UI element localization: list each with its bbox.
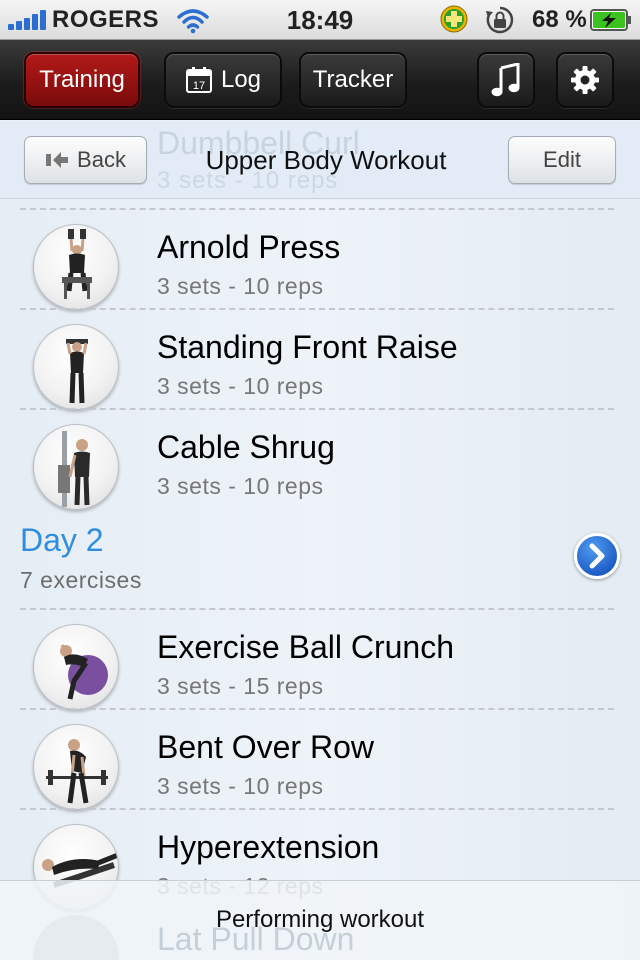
tab-training[interactable]: Training [24,52,140,108]
exercise-name: Standing Front Raise [157,329,458,365]
gear-icon [571,66,599,94]
tab-tracker-label: Tracker [312,66,394,93]
tab-log[interactable]: 17 Log [164,52,282,108]
battery-percent: 68 % [532,6,587,33]
page-title: Upper Body Workout [205,145,447,175]
disclosure-button[interactable] [574,533,620,579]
exercise-sets: 3 sets - 10 reps [157,273,324,299]
performing-workout-bar[interactable]: Lat Pull Down Performing workout [0,880,640,960]
exercise-name: Cable Shrug [157,429,335,465]
day-exercise-count: 7 exercises [20,567,142,593]
exercise-name: Bent Over Row [157,729,374,765]
exercise-thumbnail [33,224,119,310]
day-section-header[interactable]: Day 2 7 exercises [0,520,640,608]
workout-header: Dumbbell Curl 3 sets - 10 reps Back Uppe… [0,121,640,199]
exercise-sets: 3 sets - 10 reps [157,773,324,799]
back-button-label: Back [77,147,126,172]
rotation-lock-icon [486,6,514,34]
day-title: Day 2 [20,522,104,558]
divider [20,208,614,210]
divider [20,408,614,410]
divider [20,308,614,310]
divider [20,608,614,610]
divider [20,708,614,710]
status-bar: ROGERS 18:49 68 % [0,0,640,40]
exercise-name: Hyperextension [157,829,380,865]
divider [20,808,614,810]
exercise-sets: 3 sets - 10 reps [157,473,324,499]
list-item[interactable]: Exercise Ball Crunch 3 sets - 15 reps [0,608,640,710]
list-item[interactable]: Arnold Press 3 sets - 10 reps [0,208,640,310]
back-button[interactable]: Back [24,136,147,184]
edit-button-label: Edit [543,147,581,172]
list-item[interactable]: Cable Shrug 3 sets - 10 reps [0,408,640,510]
exercise-thumbnail [33,324,119,410]
tab-tracker[interactable]: Tracker [299,52,407,108]
exercise-name: Exercise Ball Crunch [157,629,454,665]
music-button[interactable] [477,52,535,108]
music-note-icon [491,63,520,97]
chevron-right-icon [589,543,605,569]
exercise-list[interactable]: Arnold Press 3 sets - 10 reps Standing F… [0,200,640,960]
exercise-sets: 3 sets - 10 reps [157,373,324,399]
performing-workout-label: Performing workout [215,906,425,933]
exercise-thumbnail [33,724,119,810]
calendar-day: 17 [193,80,205,92]
main-toolbar: Training 17 Log Tracker [0,40,640,120]
health-plus-icon [440,5,468,33]
tab-training-label: Training [39,66,125,93]
exercise-thumbnail [33,624,119,710]
tab-log-label: Log [220,66,262,93]
calendar-icon: 17 [185,67,212,93]
settings-button[interactable] [556,52,614,108]
battery-charging-icon [590,9,631,31]
edit-button[interactable]: Edit [508,136,616,184]
exercise-thumbnail [33,424,119,510]
back-arrow-icon [46,152,69,168]
exercise-sets: 3 sets - 15 reps [157,673,324,699]
exercise-name: Arnold Press [157,229,341,265]
list-item[interactable]: Standing Front Raise 3 sets - 10 reps [0,308,640,410]
list-item[interactable]: Bent Over Row 3 sets - 10 reps [0,708,640,810]
